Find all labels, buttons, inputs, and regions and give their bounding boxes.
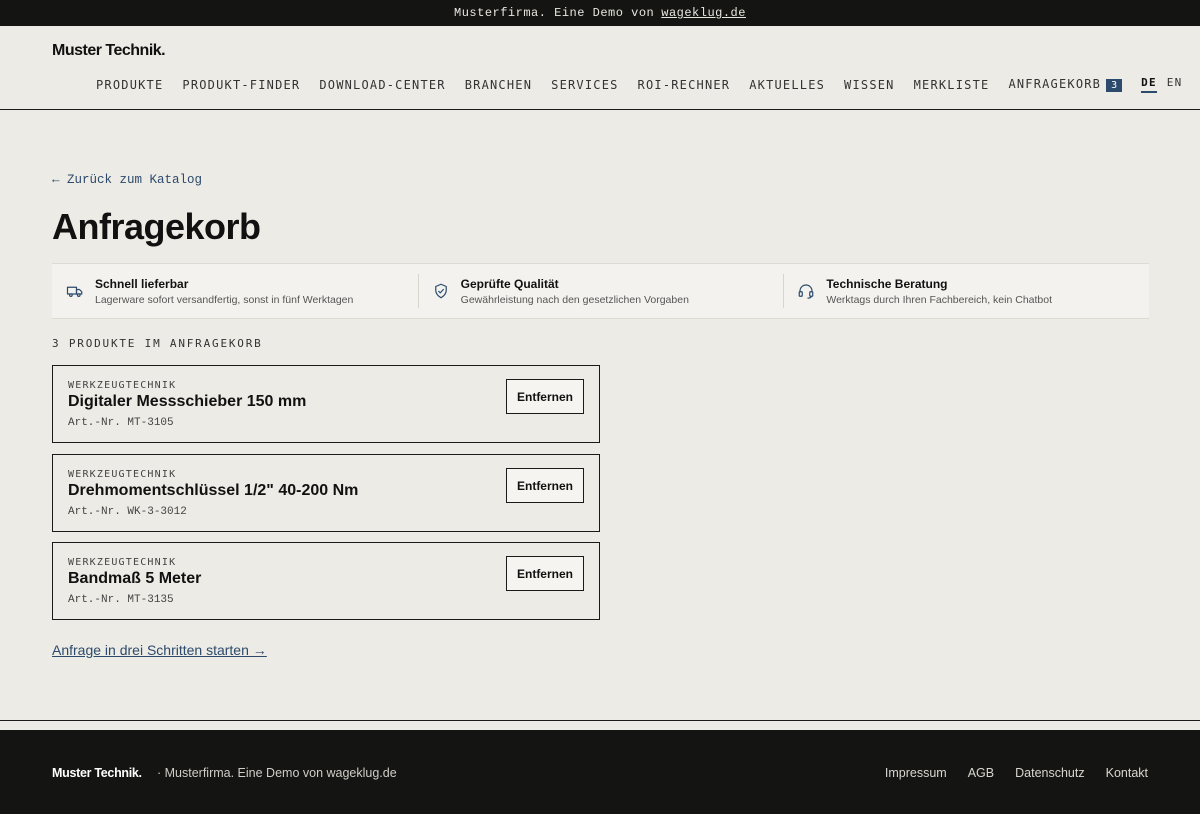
nav-item-anfragekorb[interactable]: ANFRAGEKORB 3 <box>1008 77 1123 92</box>
nav-item-wissen[interactable]: WISSEN <box>844 78 895 92</box>
remove-button[interactable]: Entfernen <box>506 379 584 414</box>
feature-title: Schnell lieferbar <box>95 276 189 291</box>
feature-item: Geprüfte Qualität Gewährleistung nach de… <box>417 264 784 318</box>
nav-item-services[interactable]: SERVICES <box>551 78 618 92</box>
demo-banner-text: Musterfirma. Eine Demo von <box>454 6 655 20</box>
nav-item-roi-rechner[interactable]: ROI-RECHNER <box>638 78 731 92</box>
site-footer: Muster Technik. · Musterfirma. Eine Demo… <box>0 730 1200 814</box>
nav-item-merkliste[interactable]: MERKLISTE <box>914 78 990 92</box>
nav-item-aktuelles[interactable]: AKTUELLES <box>749 78 825 92</box>
nav-item-produkt-finder[interactable]: PRODUKT-FINDER <box>182 78 300 92</box>
cart-count-label: 3 PRODUKTE IM ANFRAGEKORB <box>52 337 263 350</box>
item-category: WERKZEUGTECHNIK <box>68 469 177 480</box>
item-name: Digitaler Messschieber 150 mm <box>68 393 307 410</box>
lang-en[interactable]: EN <box>1167 76 1183 93</box>
feature-item: Schnell lieferbar Lagerware sofort versa… <box>52 264 418 318</box>
footer-tagline: · Musterfirma. Eine Demo von wageklug.de <box>157 766 397 780</box>
language-switcher: DE EN <box>1141 76 1192 93</box>
truck-icon <box>66 286 83 298</box>
feature-item: Technische Beratung Werktags durch Ihren… <box>783 264 1149 318</box>
headset-icon <box>798 284 814 299</box>
footer-link-datenschutz[interactable]: Datenschutz <box>1015 766 1084 780</box>
site-header: Muster Technik. PRODUKTE PRODUKT-FINDER … <box>0 26 1200 110</box>
footer-link-impressum[interactable]: Impressum <box>885 766 947 780</box>
start-request-link[interactable]: Anfrage in drei Schritten starten → <box>52 642 267 658</box>
main-nav: PRODUKTE PRODUKT-FINDER DOWNLOAD-CENTER … <box>96 76 1192 93</box>
site-logo[interactable]: Muster Technik. <box>52 42 166 60</box>
feature-title: Technische Beratung <box>826 276 948 291</box>
footer-divider <box>0 720 1200 721</box>
item-category: WERKZEUGTECHNIK <box>68 557 177 568</box>
demo-banner-link[interactable]: wageklug.de <box>661 6 746 20</box>
item-name: Drehmomentschlüssel 1/2" 40-200 Nm <box>68 482 359 499</box>
back-to-catalog-link[interactable]: ← Zurück zum Katalog <box>52 173 202 187</box>
nav-item-produkte[interactable]: PRODUKTE <box>96 78 163 92</box>
footer-link-agb[interactable]: AGB <box>968 766 994 780</box>
feature-desc: Werktags durch Ihren Fachbereich, kein C… <box>826 293 1053 306</box>
lang-de[interactable]: DE <box>1141 76 1157 93</box>
feature-title: Geprüfte Qualität <box>460 276 559 291</box>
footer-links: Impressum AGB Datenschutz Kontakt <box>864 766 1148 780</box>
feature-desc: Lagerware sofort versandfertig, sonst in… <box>95 293 354 306</box>
remove-button[interactable]: Entfernen <box>506 468 584 503</box>
cart-item: WERKZEUGTECHNIK Digitaler Messschieber 1… <box>52 365 600 443</box>
nav-item-download-center[interactable]: DOWNLOAD-CENTER <box>319 78 445 92</box>
feature-bar: Schnell lieferbar Lagerware sofort versa… <box>52 263 1149 319</box>
page-title: Anfragekorb <box>52 206 261 247</box>
demo-banner: Musterfirma. Eine Demo von wageklug.de <box>0 0 1200 26</box>
feature-desc: Gewährleistung nach den gesetzlichen Vor… <box>460 293 689 306</box>
item-article-number: Art.-Nr. MT-3105 <box>68 417 174 429</box>
item-article-number: Art.-Nr. WK-3-3012 <box>68 506 187 518</box>
footer-logo[interactable]: Muster Technik. <box>52 766 142 780</box>
item-name: Bandmaß 5 Meter <box>68 570 202 587</box>
cart-item: WERKZEUGTECHNIK Drehmomentschlüssel 1/2"… <box>52 454 600 532</box>
cart-count-badge: 3 <box>1106 79 1123 92</box>
remove-button[interactable]: Entfernen <box>506 556 584 591</box>
shield-check-icon <box>434 283 447 299</box>
item-category: WERKZEUGTECHNIK <box>68 380 177 391</box>
item-article-number: Art.-Nr. MT-3135 <box>68 594 174 606</box>
cart-item: WERKZEUGTECHNIK Bandmaß 5 Meter Art.-Nr.… <box>52 542 600 620</box>
nav-cart-label: ANFRAGEKORB <box>1008 77 1102 91</box>
nav-item-branchen[interactable]: BRANCHEN <box>465 78 532 92</box>
footer-link-kontakt[interactable]: Kontakt <box>1106 766 1148 780</box>
